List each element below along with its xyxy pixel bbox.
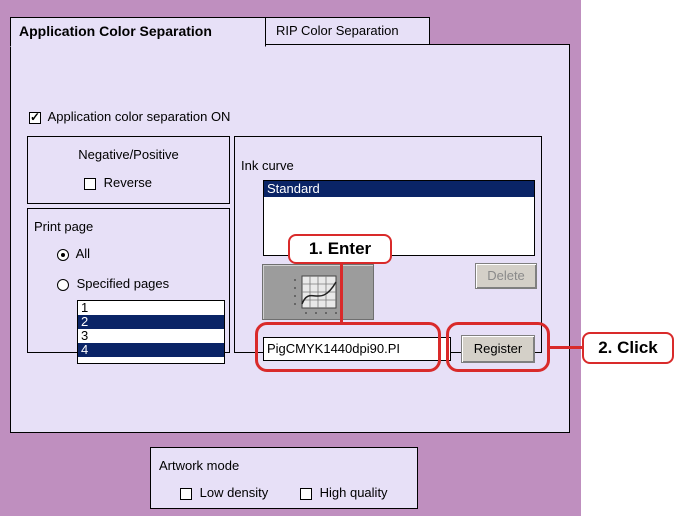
curve-graph-button[interactable] — [262, 264, 374, 320]
artwork-mode-group: Artwork mode Low density High quality — [150, 447, 418, 509]
radio-unselected-icon — [57, 278, 69, 291]
print-specified-radio[interactable]: Specified pages — [57, 276, 169, 291]
tab-rip-label: RIP Color Separation — [276, 23, 399, 38]
checkbox-unchecked-icon — [180, 487, 192, 500]
checkbox-checked-icon — [29, 109, 41, 125]
list-item[interactable]: 3 — [78, 329, 224, 343]
low-density-label: Low density — [199, 485, 269, 500]
reverse-checkbox[interactable]: Reverse — [84, 175, 152, 190]
app-color-separation-label: Application color separation ON — [47, 109, 231, 124]
print-specified-label: Specified pages — [76, 276, 170, 291]
low-density-checkbox[interactable]: Low density — [180, 485, 268, 500]
print-all-radio[interactable]: All — [57, 246, 90, 261]
checkbox-unchecked-icon — [300, 487, 312, 500]
step1-label: 1. Enter — [288, 234, 392, 264]
tab-application-label: Application Color Separation — [19, 23, 212, 39]
print-page-title: Print page — [34, 219, 94, 234]
reverse-label: Reverse — [103, 175, 153, 190]
artwork-mode-title: Artwork mode — [159, 458, 240, 473]
step2-label: 2. Click — [582, 332, 674, 364]
list-item[interactable]: 1 — [78, 301, 224, 315]
radio-selected-icon — [57, 248, 69, 261]
print-all-label: All — [75, 246, 91, 261]
negative-positive-title: Negative/Positive — [78, 147, 179, 162]
tab-application-color-separation[interactable]: Application Color Separation — [10, 17, 266, 47]
high-quality-label: High quality — [319, 485, 388, 500]
enter-highlight — [255, 322, 441, 372]
app-color-separation-checkbox[interactable]: Application color separation ON — [29, 109, 231, 125]
list-item[interactable]: 2 — [78, 315, 224, 329]
curve-graph-icon — [294, 275, 337, 314]
list-item[interactable]: Standard — [264, 181, 534, 197]
print-page-group: Print page All Specified pages 1 2 3 4 — [27, 208, 230, 364]
click-connector — [550, 346, 584, 349]
tab-rip-color-separation[interactable]: RIP Color Separation — [265, 17, 430, 44]
enter-connector — [340, 262, 343, 322]
ink-curve-title: Ink curve — [241, 158, 294, 173]
negative-positive-group: Negative/Positive Reverse — [27, 136, 230, 204]
click-highlight — [446, 322, 550, 372]
high-quality-checkbox[interactable]: High quality — [300, 485, 388, 500]
checkbox-unchecked-icon — [84, 177, 96, 190]
list-item[interactable]: 4 — [78, 343, 224, 357]
page-list[interactable]: 1 2 3 4 — [77, 300, 225, 364]
delete-button[interactable]: Delete — [475, 263, 537, 289]
